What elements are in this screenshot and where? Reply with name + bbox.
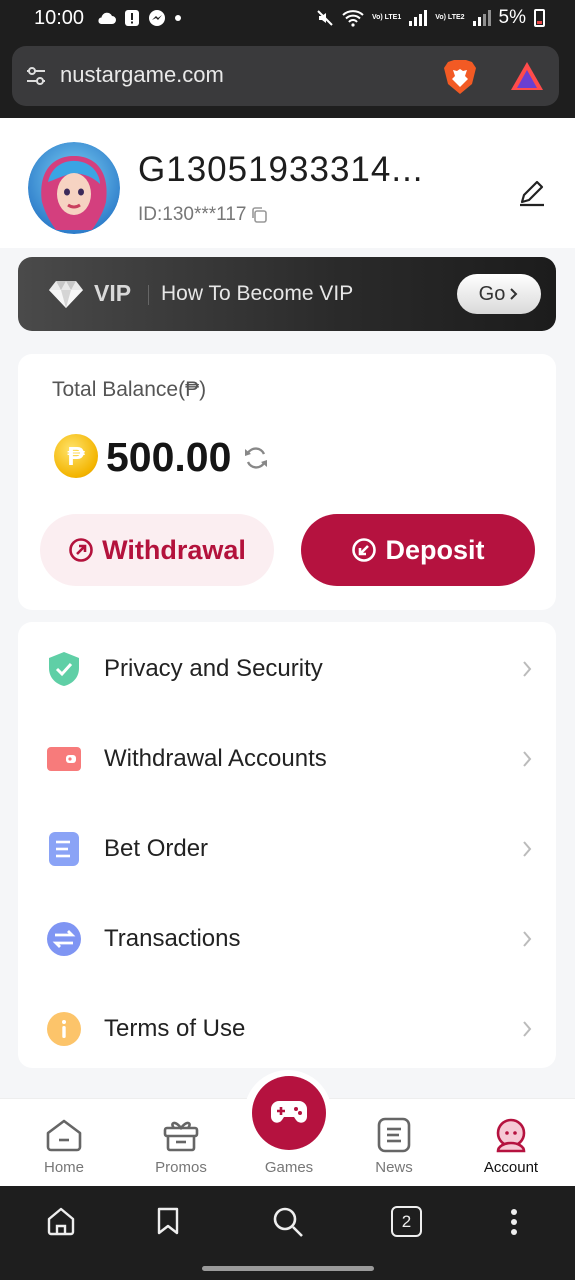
chevron-right-icon	[523, 1021, 532, 1037]
menu-item-privacy-security[interactable]: Privacy and Security	[18, 624, 556, 714]
chevron-right-icon	[523, 931, 532, 947]
nav-news-label: News	[375, 1159, 413, 1176]
copy-icon[interactable]	[250, 206, 268, 224]
lte2-label: Vo) LTE2	[435, 14, 465, 21]
menu-item-transactions[interactable]: Transactions	[18, 894, 556, 984]
gamepad-icon	[271, 1101, 307, 1123]
menu-label: Transactions	[104, 925, 241, 952]
profile-header: G13051933314... ID:130***117	[0, 118, 575, 248]
menu-item-terms-of-use[interactable]: Terms of Use	[18, 984, 556, 1074]
avatar[interactable]	[28, 142, 120, 234]
transfer-icon	[46, 921, 82, 957]
lte1-label: Vo) LTE1	[371, 14, 402, 21]
gesture-bar[interactable]	[202, 1266, 374, 1271]
user-id: ID:130***117	[138, 204, 268, 226]
wifi-icon	[342, 10, 364, 27]
mute-icon	[317, 10, 333, 26]
deposit-button[interactable]: Deposit	[301, 514, 535, 586]
peso-coin-icon: ₱	[54, 434, 98, 478]
diamond-icon	[49, 281, 83, 308]
withdrawal-button[interactable]: Withdrawal	[40, 514, 274, 586]
nav-account-label: Account	[483, 1159, 539, 1176]
brave-shield-icon[interactable]	[442, 58, 478, 96]
menu-item-bet-order[interactable]: Bet Order	[18, 804, 556, 894]
battery-percent: 5%	[498, 7, 526, 28]
vip-banner[interactable]: VIP How To Become VIP Go	[18, 257, 556, 331]
nav-news[interactable]: News	[344, 1099, 444, 1187]
balance-label: Total Balance(₱)	[52, 378, 207, 401]
nav-promos-label: Promos	[155, 1159, 207, 1176]
alert-icon	[125, 10, 139, 26]
nav-games-button[interactable]	[252, 1076, 326, 1150]
balance-amount: 500.00	[106, 434, 232, 480]
battery-icon	[534, 9, 545, 27]
vip-text: How To Become VIP	[161, 282, 354, 305]
nav-home-label: Home	[43, 1159, 84, 1176]
chevron-right-icon	[523, 841, 532, 857]
menu-label: Terms of Use	[104, 1015, 246, 1042]
status-time: 10:00	[34, 7, 85, 29]
bookmark-icon[interactable]	[156, 1206, 180, 1236]
edit-icon[interactable]	[516, 176, 548, 208]
tab-count: 2	[401, 1211, 412, 1231]
account-menu: Privacy and Security Withdrawal Accounts…	[18, 622, 556, 1068]
vip-go-button[interactable]: Go	[457, 274, 541, 314]
messenger-icon	[149, 10, 165, 26]
refresh-icon[interactable]	[242, 444, 270, 472]
balance-card: Total Balance(₱) ₱ 500.00 Withdrawal Dep…	[18, 354, 556, 610]
status-right: Vo) LTE1 Vo) LTE2 5%	[316, 7, 545, 29]
shield-check-icon	[46, 651, 82, 687]
info-icon	[46, 1011, 82, 1047]
signal1-icon	[409, 10, 428, 26]
status-bar: 10:00 Vo) LTE1 Vo) LTE2 5%	[0, 0, 575, 38]
browser-home-icon[interactable]	[46, 1206, 76, 1236]
menu-label: Bet Order	[104, 835, 209, 862]
chevron-right-icon	[523, 751, 532, 767]
nav-home[interactable]: Home	[14, 1099, 114, 1187]
nav-promos[interactable]: Promos	[131, 1099, 231, 1187]
username: G13051933314...	[138, 150, 424, 189]
account-page: G13051933314... ID:130***117 VIP How To …	[0, 118, 575, 1098]
chevron-right-icon	[523, 661, 532, 677]
gift-icon	[163, 1121, 199, 1152]
tabs-button[interactable]: 2	[391, 1206, 422, 1237]
document-icon	[46, 831, 82, 867]
menu-label: Privacy and Security	[104, 655, 323, 682]
signal2-icon	[472, 10, 491, 26]
withdrawal-label: Withdrawal	[102, 534, 246, 565]
browser-bottom-bar: 2	[0, 1186, 575, 1280]
deposit-label: Deposit	[385, 534, 485, 565]
dot-icon	[175, 15, 181, 21]
notification-icons	[96, 9, 182, 27]
search-icon[interactable]	[272, 1206, 304, 1238]
user-id-text: ID:130***117	[138, 204, 247, 225]
more-menu-icon[interactable]	[508, 1208, 520, 1236]
vip-label: VIP	[94, 280, 132, 306]
browser-toolbar: nustargame.com	[0, 38, 575, 118]
vip-divider	[148, 285, 149, 305]
menu-item-withdrawal-accounts[interactable]: Withdrawal Accounts	[18, 714, 556, 804]
withdraw-arrow-icon	[69, 538, 93, 562]
address-bar[interactable]: nustargame.com	[12, 46, 559, 106]
menu-label: Withdrawal Accounts	[104, 745, 327, 772]
home-icon	[46, 1119, 82, 1152]
deposit-arrow-icon	[352, 538, 377, 562]
account-icon	[496, 1118, 526, 1153]
coin-symbol: ₱	[67, 440, 85, 471]
nav-account[interactable]: Account	[461, 1099, 561, 1187]
brave-rewards-icon[interactable]	[509, 60, 545, 92]
cloud-icon	[98, 12, 116, 24]
vip-go-label: Go	[478, 282, 506, 305]
site-settings-icon[interactable]	[24, 64, 48, 88]
nav-games-label: Games	[264, 1159, 314, 1176]
url-text[interactable]: nustargame.com	[60, 62, 224, 88]
news-icon	[377, 1117, 411, 1153]
wallet-icon	[46, 741, 82, 777]
chevron-right-icon	[510, 288, 518, 300]
